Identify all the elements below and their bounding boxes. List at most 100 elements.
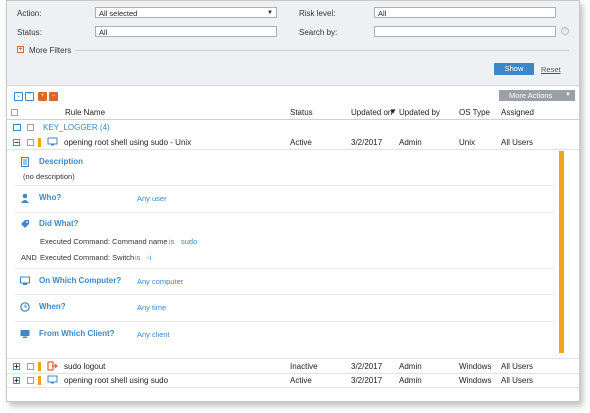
section-divider (15, 294, 555, 295)
add-rule-icon[interactable]: + (38, 92, 47, 101)
monitor-icon (47, 137, 58, 149)
condition-2-operator: is (135, 253, 141, 262)
row-checkbox[interactable] (27, 377, 34, 384)
risk-level-bar (38, 362, 41, 371)
row-rule-name: opening root shell using sudo - Unix (64, 138, 192, 147)
description-title: Description (39, 157, 84, 166)
row-updated-by: Admin (399, 376, 422, 385)
group-title: KEY_LOGGER (4) (43, 123, 110, 132)
collapse-group-icon[interactable]: ⌃ (13, 124, 21, 131)
logout-icon (47, 361, 58, 373)
status-value: All (99, 28, 108, 37)
risk-level-bar (38, 376, 41, 385)
when-title: When? (39, 302, 66, 311)
status-input[interactable]: All (95, 26, 277, 37)
row-assigned: All Users (501, 362, 534, 371)
computer-icon (20, 276, 30, 286)
condition-2-value-link[interactable]: -i (147, 253, 151, 262)
filters-divider (75, 50, 569, 51)
row-status: Active (290, 376, 312, 385)
more-actions-label: More Actions (509, 91, 553, 100)
row-assigned: All Users (501, 138, 534, 147)
row-os-type: Unix (459, 138, 476, 147)
client-value-link[interactable]: Any client (137, 330, 170, 339)
condition-1-label: Executed Command: Command name (40, 237, 168, 246)
action-select[interactable]: All selected ▼ (95, 7, 277, 18)
risk-level-label: Risk level: (299, 9, 336, 18)
col-os-type[interactable]: OS Type (459, 108, 490, 117)
more-actions-button[interactable]: More Actions ▼ (499, 90, 575, 101)
row-updated-on: 3/2/2017 (351, 138, 383, 147)
row-os-type: Windows (459, 362, 492, 371)
status-label: Status: (17, 28, 42, 37)
section-divider (15, 268, 555, 269)
row-rule-name: opening root shell using sudo (64, 376, 169, 385)
condition-1-value-link[interactable]: sudo (181, 237, 197, 246)
help-icon[interactable]: ? (561, 27, 569, 35)
row-checkbox[interactable] (27, 363, 34, 370)
select-all-checkbox[interactable] (11, 109, 18, 116)
row-checkbox[interactable] (27, 139, 34, 146)
col-rule-name[interactable]: Rule Name (65, 108, 105, 117)
row-assigned: All Users (501, 376, 534, 385)
row-os-type: Windows (459, 376, 492, 385)
section-divider (15, 185, 555, 186)
user-icon (20, 193, 30, 203)
col-updated-on[interactable]: Updated on (351, 108, 392, 117)
tag-icon (20, 219, 30, 229)
clock-icon (20, 302, 30, 312)
table-row[interactable]: + sudo logout Inactive 3/2/2017 Admin Wi… (7, 358, 579, 374)
who-value-link[interactable]: Any user (137, 194, 167, 203)
more-filters-expand-icon[interactable]: + (17, 46, 24, 53)
row-updated-on: 3/2/2017 (351, 376, 383, 385)
action-select-value: All selected (99, 9, 138, 18)
collapse-row-icon[interactable]: − (13, 139, 20, 147)
chevron-down-icon: ▼ (565, 92, 571, 98)
col-assigned[interactable]: Assigned (501, 108, 534, 117)
risk-level-value: All (378, 9, 387, 18)
group-checkbox[interactable] (27, 124, 34, 131)
table-row[interactable]: + opening root shell using sudo Active 3… (7, 373, 579, 388)
did-what-title: Did What? (39, 219, 79, 228)
expand-row-icon[interactable]: + (13, 377, 20, 385)
sort-desc-icon[interactable]: ▼ (389, 107, 397, 116)
table-row[interactable]: − opening root shell using sudo - Unix A… (7, 135, 579, 150)
condition-1-operator: is (169, 237, 175, 246)
risk-indicator-bar (559, 151, 564, 353)
row-updated-by: Admin (399, 362, 422, 371)
search-by-input[interactable] (374, 26, 556, 37)
monitor-icon (20, 329, 30, 339)
row-rule-name: sudo logout (64, 362, 106, 371)
condition-2-label: Executed Command: Switch (40, 253, 135, 262)
expand-all-icon[interactable]: ⌄ (14, 92, 23, 101)
row-updated-by: Admin (399, 138, 422, 147)
expand-row-icon[interactable]: + (13, 363, 20, 371)
risk-level-bar (38, 138, 41, 147)
more-filters-link[interactable]: More Filters (29, 46, 71, 55)
action-label: Action: (17, 9, 42, 18)
when-value-link[interactable]: Any time (137, 303, 166, 312)
remove-rule-icon[interactable]: − (49, 92, 58, 101)
monitor-icon (47, 375, 58, 387)
table-header: Rule Name Status Updated on ▼ Updated by… (7, 105, 579, 120)
row-updated-on: 3/2/2017 (351, 362, 383, 371)
section-divider (15, 212, 555, 213)
reset-link[interactable]: Reset (541, 65, 561, 74)
description-text: (no description) (23, 172, 75, 181)
risk-level-input[interactable]: All (374, 7, 556, 18)
who-title: Who? (39, 193, 62, 202)
col-status[interactable]: Status (290, 108, 313, 117)
row-status: Inactive (290, 362, 318, 371)
col-updated-by[interactable]: Updated by (399, 108, 440, 117)
group-row[interactable]: ⌃ KEY_LOGGER (4) (7, 120, 579, 134)
computer-title: On Which Computer? (39, 276, 122, 285)
show-button[interactable]: Show (494, 63, 534, 75)
and-operator: AND (21, 253, 37, 262)
row-status: Active (290, 138, 312, 147)
rules-window: Action: All selected ▼ Risk level: All S… (6, 0, 580, 402)
collapse-all-icon[interactable]: ⌃ (25, 92, 34, 101)
filters-panel: Action: All selected ▼ Risk level: All S… (7, 1, 579, 86)
search-by-label: Search by: (299, 28, 338, 37)
section-divider (15, 321, 555, 322)
computer-value-link[interactable]: Any computer (137, 277, 183, 286)
